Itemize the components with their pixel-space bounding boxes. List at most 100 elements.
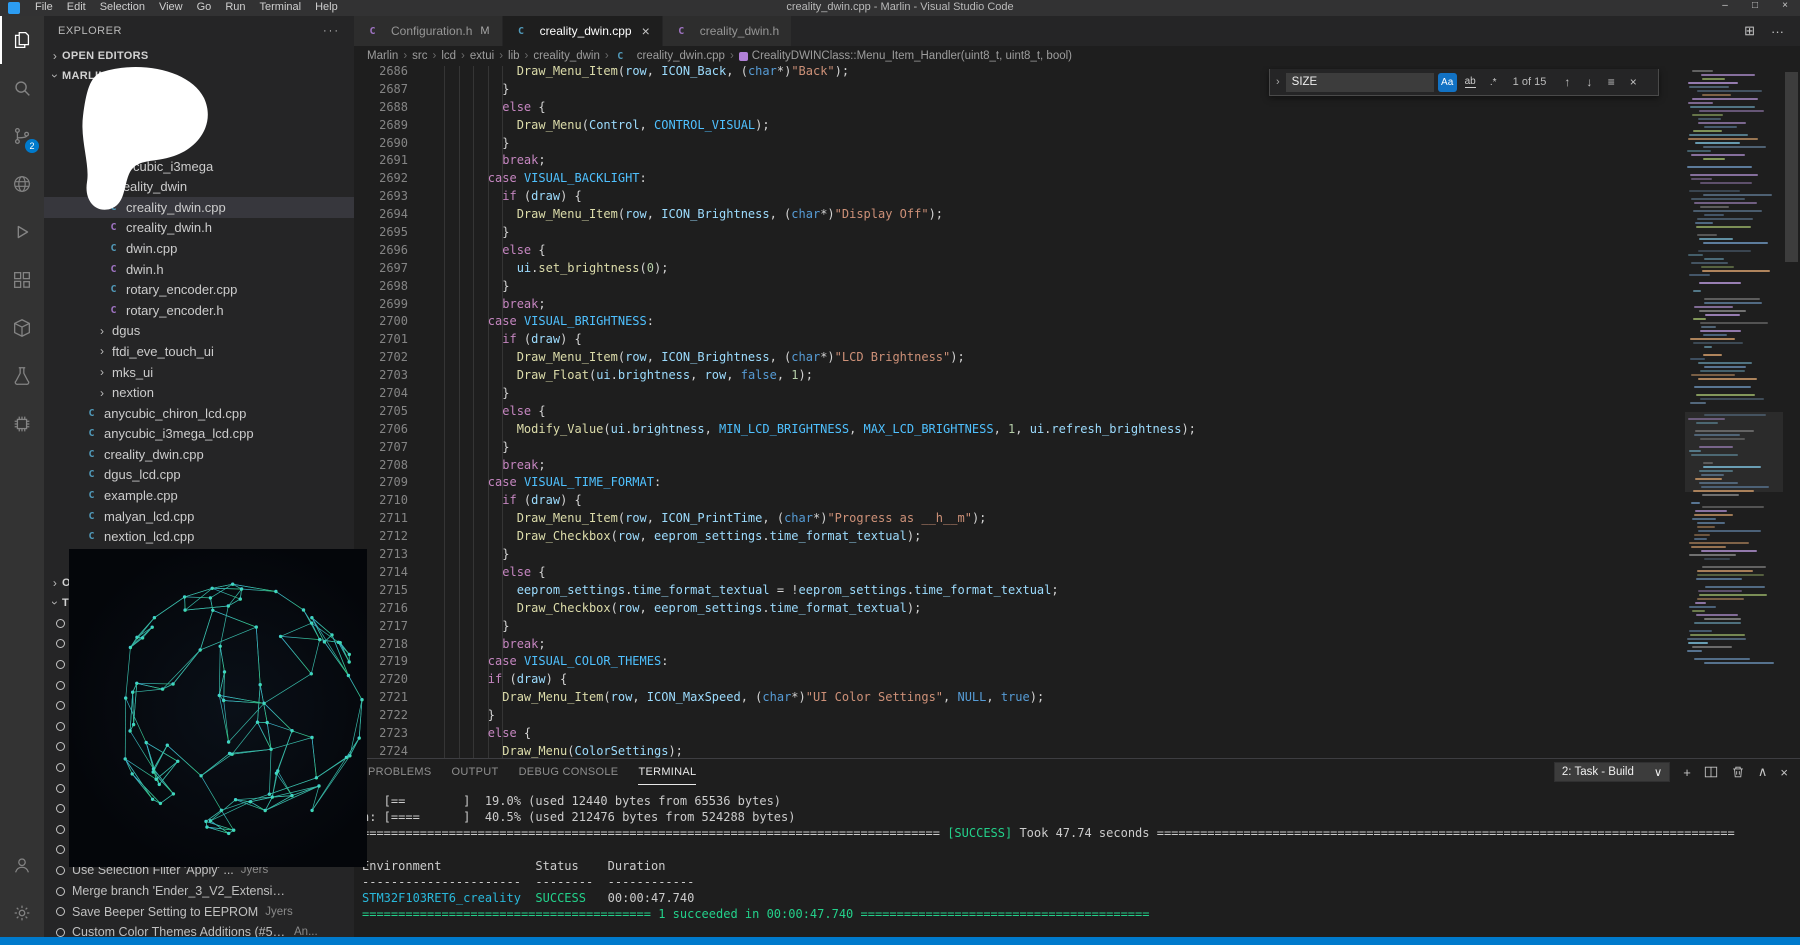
find-next-icon[interactable]: ↓ [1580,75,1598,89]
menu-go[interactable]: Go [190,0,219,14]
breadcrumb-item[interactable]: lib [508,50,520,62]
code-line-2713: 2713 } [354,547,1684,565]
file-creality_dwin.cpp[interactable]: Ccreality_dwin.cpp [44,444,354,465]
timeline-item[interactable]: Save Beeper Setting to EEPROMJyers [44,901,354,922]
match-case-toggle[interactable]: Aa [1438,73,1457,92]
find-previous-icon[interactable]: ↑ [1558,75,1576,89]
breadcrumb-item[interactable]: src [412,50,427,62]
breadcrumb-item[interactable]: Ccreality_dwin.cpp [614,50,725,62]
tree-item-label: dwin.cpp [126,241,177,256]
split-terminal-icon[interactable] [1704,765,1718,779]
new-terminal-icon[interactable]: + [1683,765,1691,780]
timeline-item[interactable]: Custom Color Themes Additions (#528) ...… [44,922,354,937]
scrollbar-thumb[interactable] [1785,72,1798,262]
remote-globe-icon[interactable] [0,160,44,208]
menu-help[interactable]: Help [308,0,345,14]
menu-edit[interactable]: Edit [60,0,93,14]
tree-item-label: dgus [112,323,140,338]
close-tab-icon[interactable]: × [642,23,650,39]
code-line-2704: 2704 } [354,386,1684,404]
more-actions-icon[interactable]: ··· [1771,24,1784,39]
explorer-icon[interactable] [0,16,44,64]
chevron-right-icon: › [48,49,62,63]
folder-creality_dwin[interactable]: ›creality_dwin [44,176,354,197]
toggle-replace-icon[interactable]: › [1276,76,1280,88]
code-editor[interactable]: 2686 Draw_Menu_Item(row, ICON_Back, (cha… [354,66,1800,758]
explorer-actions-button[interactable]: ··· [323,25,340,37]
tab-creality_dwin.h[interactable]: Ccreality_dwin.h [663,16,792,46]
regex-toggle[interactable]: .* [1484,73,1503,92]
tree-item-label: example.cpp [104,488,178,503]
menu-selection[interactable]: Selection [93,0,152,14]
minimize-button[interactable]: – [1710,0,1740,11]
code-line-2688: 2688 else { [354,100,1684,118]
find-input[interactable]: SIZE [1286,73,1434,92]
find-in-selection-icon[interactable]: ≡ [1602,75,1620,89]
minimap-slider[interactable] [1685,412,1783,492]
file-malyan_lcd.cpp[interactable]: Cmalyan_lcd.cpp [44,506,354,527]
extensions-icon[interactable] [0,256,44,304]
maximize-button[interactable]: □ [1740,0,1770,11]
file-creality_dwin.h[interactable]: Ccreality_dwin.h [44,218,354,239]
close-window-button[interactable]: × [1770,0,1800,11]
menu-run[interactable]: Run [218,0,252,14]
folder-anycubic_i3mega[interactable]: ›anycubic_i3mega [44,156,354,177]
folder-mks_ui[interactable]: ›mks_ui [44,362,354,383]
terminal-output[interactable]: [== ] 19.0% (used 12440 bytes from 65536… [354,785,1800,923]
breadcrumb-item[interactable]: extui [470,50,494,62]
panel-tab-terminal[interactable]: TERMINAL [638,759,696,785]
file-anycubic_i3mega_lcd.cpp[interactable]: Canycubic_i3mega_lcd.cpp [44,424,354,445]
file-dwin.h[interactable]: Cdwin.h [44,259,354,280]
folder-ftdi_eve_touch_ui[interactable]: ›ftdi_eve_touch_ui [44,341,354,362]
package-box-icon[interactable] [0,304,44,352]
file-hidden[interactable] [44,135,354,156]
folder-dgus[interactable]: ›dgus [44,321,354,342]
breadcrumb-item[interactable]: lcd [441,50,456,62]
timeline-item[interactable]: Merge branch 'Ender_3_V2_Extensible_UI' … [44,881,354,902]
tab-creality_dwin.cpp[interactable]: Ccreality_dwin.cpp× [503,16,663,46]
file-creality_dwin.cpp[interactable]: Ccreality_dwin.cpp [44,197,354,218]
panel-tab-debug-console[interactable]: DEBUG CONSOLE [519,759,619,785]
menu-file[interactable]: File [28,0,60,14]
run-debug-icon[interactable] [0,208,44,256]
find-query: SIZE [1292,76,1318,88]
file-icon: C [675,26,688,37]
panel-tab-problems[interactable]: PROBLEMS [368,759,432,785]
chevron-down-icon: ∨ [1654,765,1662,779]
file-rotary_encoder.h[interactable]: Crotary_encoder.h [44,300,354,321]
whole-word-toggle[interactable]: ab [1461,73,1480,92]
file-dwin.cpp[interactable]: Cdwin.cpp [44,238,354,259]
folder-nextion[interactable]: ›nextion [44,382,354,403]
search-icon[interactable] [0,64,44,112]
terminal-selector[interactable]: 2: Task - Build ∨ [1554,762,1670,782]
test-beaker-icon[interactable] [0,352,44,400]
tab-Configuration.h[interactable]: CConfiguration.hM [354,16,503,46]
breadcrumb-item[interactable]: Marlin [367,50,398,62]
section-marlin[interactable]: › MARLIN [44,66,354,86]
file-dgus_lcd.cpp[interactable]: Cdgus_lcd.cpp [44,465,354,486]
file-hidden[interactable] [44,94,354,115]
split-editor-icon[interactable]: ⊞ [1744,23,1755,39]
menu-terminal[interactable]: Terminal [253,0,309,14]
file-rotary_encoder.cpp[interactable]: Crotary_encoder.cpp [44,279,354,300]
section-open-editors[interactable]: › OPEN EDITORS [44,46,354,66]
tree-item-label: creality_dwin [112,179,187,194]
file-nextion_lcd.cpp[interactable]: Cnextion_lcd.cpp [44,526,354,547]
account-icon[interactable] [0,841,44,889]
kill-terminal-icon[interactable] [1731,765,1745,779]
source-control-icon[interactable]: 2 [0,112,44,160]
panel-tab-output[interactable]: OUTPUT [452,759,499,785]
maximize-panel-icon[interactable]: ∧ [1758,764,1768,780]
file-anycubic_chiron_lcd.cpp[interactable]: Canycubic_chiron_lcd.cpp [44,403,354,424]
close-panel-icon[interactable]: × [1780,765,1788,780]
breadcrumb-item[interactable]: CrealityDWINClass::Menu_Item_Handler(uin… [739,50,1072,62]
menu-view[interactable]: View [152,0,190,14]
file-example.cpp[interactable]: Cexample.cpp [44,485,354,506]
chip-icon[interactable] [0,400,44,448]
breadcrumb-item[interactable]: creality_dwin [533,50,599,62]
editor-scrollbar[interactable] [1783,66,1800,758]
close-find-icon[interactable]: × [1624,75,1642,89]
settings-gear-icon[interactable] [0,889,44,937]
file-hidden[interactable] [44,115,354,136]
minimap[interactable] [1685,66,1783,758]
